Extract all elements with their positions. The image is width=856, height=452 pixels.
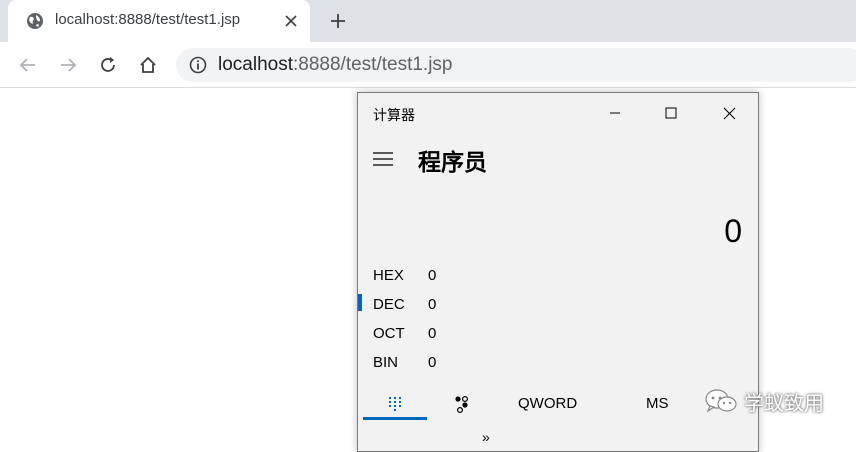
home-icon[interactable] [136,53,160,77]
result-display: 0 [724,213,742,249]
radix-label: DEC [373,296,405,313]
keypad-mode-bar: QWORD MS [358,387,758,423]
maximize-icon[interactable] [648,101,694,125]
info-icon[interactable] [189,56,207,74]
radix-label: HEX [373,267,404,284]
radix-value: 0 [428,354,437,371]
watermark: 学蚁致用 [704,386,824,416]
radix-value: 0 [428,325,437,342]
browser-tab[interactable]: localhost:8888/test/test1.jsp [8,0,310,42]
address-bar[interactable]: localhost:8888/test/test1.jsp [176,48,856,82]
radix-value: 0 [428,267,437,284]
close-icon[interactable] [282,12,300,30]
tab-title: localhost:8888/test/test1.jsp [55,11,241,28]
more-chevron-icon[interactable]: » [482,429,490,445]
window-title: 计算器 [373,107,415,123]
watermark-text: 学蚁致用 [744,392,824,415]
selection-indicator [358,294,362,311]
wechat-icon [705,389,737,413]
tab-strip: localhost:8888/test/test1.jsp [0,0,856,42]
mode-title: 程序员 [418,149,487,175]
radix-label: BIN [373,354,399,371]
radix-dec-row[interactable]: DEC 0 [358,290,758,319]
forward-arrow-icon[interactable] [56,53,80,77]
calculator-window: 计算器 程序员 0 HEX 0 DEC 0 OCT 0 BIN 0 QWORD … [357,92,759,452]
radix-hex-row[interactable]: HEX 0 [358,261,758,290]
minimize-icon[interactable] [592,101,638,125]
bit-toggle-keypad-button[interactable] [444,387,480,421]
window-titlebar[interactable]: 计算器 [358,93,758,133]
close-icon[interactable] [706,101,752,125]
globe-icon [27,13,43,29]
radix-value: 0 [428,296,437,313]
full-keypad-button[interactable] [363,387,427,421]
hamburger-menu-icon[interactable] [371,149,395,169]
browser-toolbar: localhost:8888/test/test1.jsp [0,42,856,88]
back-arrow-icon[interactable] [16,53,40,77]
memory-store-button[interactable]: MS [646,395,669,412]
url-text: localhost:8888/test/test1.jsp [218,54,453,75]
reload-icon[interactable] [96,53,120,77]
keypad-grid-icon [389,397,401,411]
word-size-button[interactable]: QWORD [518,395,577,412]
active-tab-underline [363,417,427,420]
radix-bin-row[interactable]: BIN 0 [358,348,758,377]
radix-oct-row[interactable]: OCT 0 [358,319,758,348]
plus-icon[interactable] [326,9,350,33]
bit-toggle-icon [455,395,469,413]
radix-label: OCT [373,325,405,342]
